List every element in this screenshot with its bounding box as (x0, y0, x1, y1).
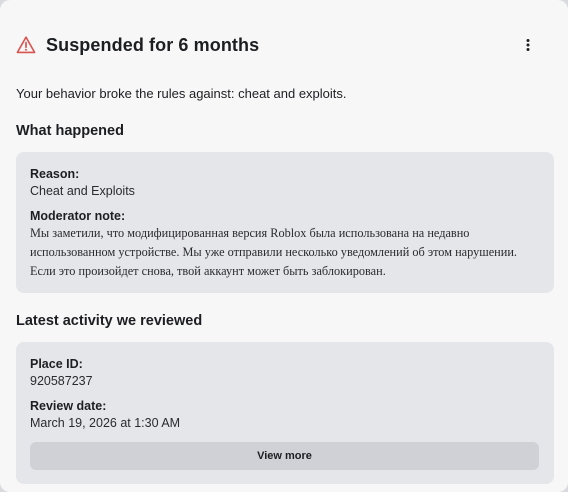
latest-activity-heading: Latest activity we reviewed (16, 313, 203, 329)
what-happened-heading: What happened (16, 123, 124, 139)
moderator-note-text: Мы заметили, что модифицированная версия… (30, 226, 517, 278)
review-date-label: Review date: (30, 399, 107, 413)
page-title: Suspended for 6 months (46, 34, 260, 55)
latest-activity-panel: Place ID: 920587237 Review date: March 1… (16, 342, 554, 484)
view-more-button[interactable]: View more (30, 442, 539, 470)
suspension-card: Suspended for 6 months Your behavior bro… (0, 0, 568, 492)
place-id-value: 920587237 (30, 374, 93, 388)
place-id-label: Place ID: (30, 357, 83, 371)
card-header: Suspended for 6 months (16, 33, 552, 57)
reason-label: Reason: (30, 167, 80, 181)
suspension-summary: Your behavior broke the rules against: c… (16, 86, 347, 101)
more-options-button[interactable] (518, 35, 538, 55)
reason-value: Cheat and Exploits (30, 184, 135, 198)
more-vertical-icon (526, 39, 530, 51)
moderator-note-label: Moderator note: (30, 209, 126, 223)
what-happened-panel: Reason: Cheat and Exploits Moderator not… (16, 152, 554, 293)
warning-triangle-icon (16, 35, 36, 55)
review-date-value: March 19, 2026 at 1:30 AM (30, 416, 181, 430)
